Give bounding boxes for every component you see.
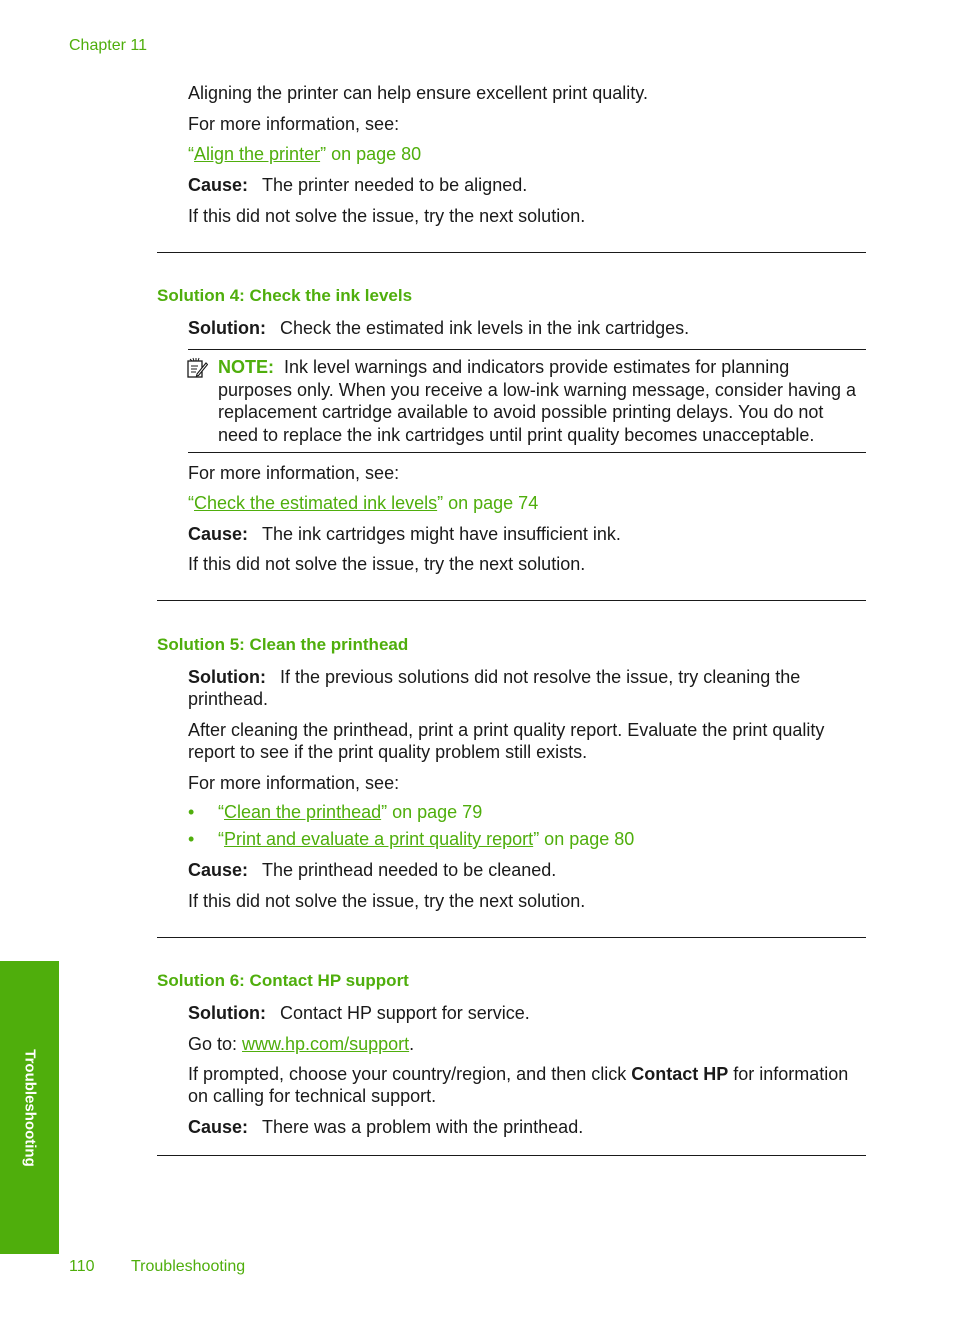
solution-label: Solution:	[188, 318, 266, 338]
solution-6-line: Solution: Contact HP support for service.	[188, 1002, 530, 1024]
cause-text: The printer needed to be aligned.	[262, 175, 528, 195]
note-top-rule	[188, 349, 866, 350]
align-printer-link[interactable]: Align the printer	[194, 144, 320, 164]
goto-suffix: .	[409, 1034, 415, 1054]
ink-levels-link-line: “Check the estimated ink levels” on page…	[188, 492, 538, 514]
list-item: “Clean the printhead” on page 79	[218, 802, 482, 823]
cause-text: There was a problem with the printhead.	[262, 1117, 584, 1137]
link-page-ref: ” on page 80	[320, 144, 422, 164]
cause-line: Cause: The printer needed to be aligned.	[188, 174, 527, 196]
cause-text: The printhead needed to be cleaned.	[262, 860, 557, 880]
cause-text: The ink cartridges might have insufficie…	[262, 524, 621, 544]
clean-printhead-link[interactable]: Clean the printhead	[224, 802, 381, 822]
check-ink-levels-link[interactable]: Check the estimated ink levels	[194, 493, 437, 513]
page-number: 110	[69, 1258, 95, 1275]
bullet: •	[188, 829, 195, 849]
prompt-text: If prompted, choose your country/region,…	[188, 1064, 632, 1084]
cause-line: Cause: The ink cartridges might have insu…	[188, 523, 621, 545]
note-bottom-rule	[188, 452, 866, 453]
section-side-tab: Troubleshooting	[0, 961, 59, 1254]
solution-text: Check the estimated ink levels in the in…	[279, 318, 690, 338]
note-pencil-icon	[186, 357, 209, 379]
cause-line: Cause: The printhead needed to be cleaned…	[188, 859, 556, 881]
note-label: NOTE:	[218, 357, 274, 377]
more-info-text: For more information, see:	[188, 114, 400, 134]
solution-5-paragraph: After cleaning the printhead, print a pr…	[188, 720, 825, 762]
intro-paragraph: Aligning the printer can help ensure exc…	[188, 83, 648, 103]
list-item: “Print and evaluate a print quality repo…	[218, 829, 634, 850]
cause-label: Cause:	[188, 175, 249, 195]
solution-label: Solution:	[188, 667, 266, 687]
footer-section-title: Troubleshooting	[131, 1258, 246, 1275]
solution-6-heading: Solution 6: Contact HP support	[157, 971, 409, 990]
cause-label: Cause:	[188, 1117, 249, 1137]
goto-prefix: Go to:	[188, 1034, 243, 1054]
section-divider	[157, 252, 866, 253]
more-info-text: For more information, see:	[188, 463, 400, 483]
section-divider	[157, 937, 866, 938]
cause-label: Cause:	[188, 524, 249, 544]
cause-label: Cause:	[188, 860, 249, 880]
chapter-header: Chapter 11	[69, 37, 147, 54]
next-solution-text: If this did not solve the issue, try the…	[188, 554, 586, 574]
solution-text: If the previous solutions did not resolv…	[188, 667, 801, 709]
print-quality-report-link[interactable]: Print and evaluate a print quality repor…	[224, 829, 533, 849]
solution-5-heading: Solution 5: Clean the printhead	[157, 635, 409, 654]
bullet: •	[188, 802, 195, 822]
align-printer-link-line: “Align the printer” on page 80	[188, 143, 421, 165]
side-tab-label: Troubleshooting	[21, 1048, 38, 1167]
note-block: NOTE: Ink level warnings and indicators p…	[218, 356, 868, 446]
solution-4-heading: Solution 4: Check the ink levels	[157, 286, 413, 305]
link-page-ref: ” on page 80	[533, 829, 635, 849]
next-solution-text: If this did not solve the issue, try the…	[188, 891, 586, 911]
hp-support-link[interactable]: www.hp.com/support	[242, 1034, 409, 1054]
goto-line: Go to: www.hp.com/support.	[188, 1033, 414, 1055]
section-divider	[157, 1155, 866, 1156]
link-page-ref: ” on page 79	[381, 802, 483, 822]
contact-hp-label: Contact HP	[631, 1064, 729, 1084]
note-text: Ink level warnings and indicators provid…	[218, 357, 856, 445]
more-info-text: For more information, see:	[188, 773, 400, 793]
cause-line: Cause: There was a problem with the print…	[188, 1116, 583, 1138]
link-page-ref: ” on page 74	[437, 493, 539, 513]
solution-label: Solution:	[188, 1003, 266, 1023]
section-divider	[157, 600, 866, 601]
solution-5-line: Solution: If the previous solutions did n…	[188, 666, 868, 710]
solution-text: Contact HP support for service.	[279, 1003, 530, 1023]
prompt-paragraph: If prompted, choose your country/region,…	[188, 1063, 868, 1107]
solution-4-line: Solution: Check the estimated ink levels …	[188, 317, 689, 339]
next-solution-text: If this did not solve the issue, try the…	[188, 206, 586, 226]
